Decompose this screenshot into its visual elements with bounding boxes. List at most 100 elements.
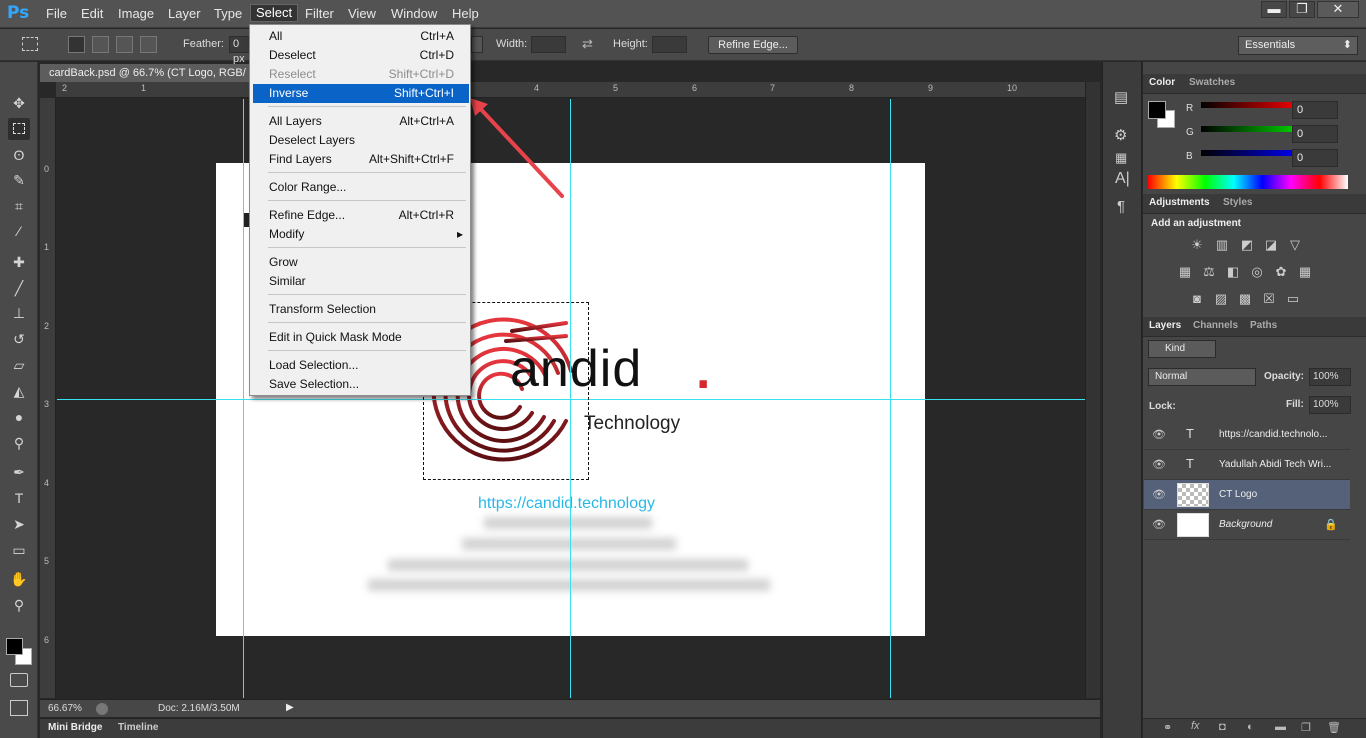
restore-button[interactable]: ❐ xyxy=(1289,1,1315,18)
layer-row[interactable]: 👁 Background 🔒 xyxy=(1144,510,1350,540)
eye-icon[interactable]: 👁 xyxy=(1152,458,1166,471)
quick-mask-icon[interactable] xyxy=(10,673,28,687)
eye-icon[interactable]: 👁 xyxy=(1152,428,1166,441)
menu-edit[interactable]: Edit xyxy=(76,6,108,24)
crop-tool-icon[interactable]: ⌗ xyxy=(8,195,30,217)
vertical-scrollbar[interactable] xyxy=(1085,82,1100,698)
opacity-input[interactable]: 100% xyxy=(1309,368,1351,386)
rectangle-tool-icon[interactable]: ▭ xyxy=(8,539,30,561)
tab-color[interactable]: Color xyxy=(1149,77,1175,88)
menu-image[interactable]: Image xyxy=(113,6,159,24)
color-spectrum-bar[interactable] xyxy=(1148,175,1348,189)
paragraph-panel-icon[interactable]: ¶ xyxy=(1117,198,1125,215)
feather-input[interactable]: 0 px xyxy=(229,36,251,65)
brush-tool-icon[interactable]: ╱ xyxy=(8,277,30,299)
character-panel-icon[interactable]: A| xyxy=(1115,170,1130,188)
close-button[interactable]: ✕ xyxy=(1317,1,1359,18)
screen-mode-icon[interactable] xyxy=(10,700,28,716)
menu-item-grow[interactable]: Grow xyxy=(253,253,469,272)
tab-styles[interactable]: Styles xyxy=(1223,197,1252,208)
menu-item-similar[interactable]: Similar xyxy=(253,272,469,291)
curves-icon[interactable]: ◩ xyxy=(1239,238,1255,252)
photo-filter-icon[interactable]: ◎ xyxy=(1249,265,1265,279)
green-slider[interactable] xyxy=(1201,126,1303,132)
color-foreground-swatch[interactable] xyxy=(1148,101,1166,119)
workspace-dropdown[interactable]: Essentials ⬍ xyxy=(1238,36,1358,55)
blue-slider[interactable] xyxy=(1201,150,1303,156)
red-slider[interactable] xyxy=(1201,102,1303,108)
type-tool-icon[interactable]: T xyxy=(8,487,30,509)
width-input[interactable] xyxy=(531,36,566,53)
gradient-map-icon[interactable]: ▭ xyxy=(1285,292,1301,306)
menu-item-deselect-layers[interactable]: Deselect Layers xyxy=(253,131,469,150)
color-lookup-icon[interactable]: ▦ xyxy=(1297,265,1313,279)
menu-item-deselect[interactable]: Deselect Ctrl+D xyxy=(253,46,469,65)
menu-item-save-selection[interactable]: Save Selection... xyxy=(253,375,469,394)
status-menu-arrow-icon[interactable]: ▶ xyxy=(286,702,294,713)
dodge-tool-icon[interactable]: ⚲ xyxy=(8,432,30,454)
blur-tool-icon[interactable]: ● xyxy=(8,406,30,428)
menu-filter[interactable]: Filter xyxy=(300,6,339,24)
levels-icon[interactable]: ▥ xyxy=(1214,238,1230,252)
menu-layer[interactable]: Layer xyxy=(163,6,206,24)
invert-icon[interactable]: ◙ xyxy=(1189,292,1205,306)
menu-window[interactable]: Window xyxy=(386,6,442,24)
delete-layer-icon[interactable]: 🗑 xyxy=(1327,721,1341,734)
canvas-area[interactable]: andid . Technology https://candid.techno… xyxy=(57,99,1085,698)
new-layer-icon[interactable]: ❐ xyxy=(1301,721,1311,734)
height-input[interactable] xyxy=(652,36,687,53)
tab-layers[interactable]: Layers xyxy=(1149,320,1181,331)
paint-bucket-tool-icon[interactable]: ◭ xyxy=(8,380,30,402)
hue-saturation-icon[interactable]: ▦ xyxy=(1177,265,1193,279)
threshold-icon[interactable]: ▩ xyxy=(1237,292,1253,306)
move-tool-icon[interactable]: ✥ xyxy=(8,92,30,114)
zoom-level[interactable]: 66.67% xyxy=(48,703,82,714)
healing-brush-tool-icon[interactable]: ✚ xyxy=(8,251,30,273)
marquee-tool-icon[interactable] xyxy=(8,118,30,140)
status-info-icon[interactable] xyxy=(96,703,108,715)
pen-tool-icon[interactable]: ✒ xyxy=(8,461,30,483)
foreground-color-swatch[interactable] xyxy=(6,638,23,655)
subtract-selection-icon[interactable] xyxy=(116,36,133,53)
hand-tool-icon[interactable]: ✋ xyxy=(8,568,30,590)
fill-input[interactable]: 100% xyxy=(1309,396,1351,414)
marquee-tool-preset-icon[interactable] xyxy=(22,37,38,51)
lasso-tool-icon[interactable]: ʘ xyxy=(8,144,30,166)
eye-icon[interactable]: 👁 xyxy=(1152,518,1166,531)
style-dropdown[interactable] xyxy=(471,36,483,53)
layer-row[interactable]: 👁 T https://candid.technolo... xyxy=(1144,420,1350,450)
red-value[interactable]: 0 xyxy=(1292,101,1338,119)
tab-adjustments[interactable]: Adjustments xyxy=(1149,197,1210,208)
swap-icon[interactable]: ⇄ xyxy=(582,36,593,52)
intersect-selection-icon[interactable] xyxy=(140,36,157,53)
menu-help[interactable]: Help xyxy=(447,6,484,24)
clone-stamp-tool-icon[interactable]: ⊥ xyxy=(8,302,30,324)
tab-paths[interactable]: Paths xyxy=(1250,320,1277,331)
menu-item-refine-edge[interactable]: Refine Edge... Alt+Ctrl+R xyxy=(253,206,469,225)
menu-item-color-range[interactable]: Color Range... xyxy=(253,178,469,197)
selective-color-icon[interactable]: ☒ xyxy=(1261,292,1277,306)
info-panel-icon[interactable]: ▦ xyxy=(1115,150,1127,166)
quick-selection-tool-icon[interactable]: ✎ xyxy=(8,169,30,191)
fx-icon[interactable]: fx xyxy=(1191,720,1200,732)
adjustment-layer-icon[interactable]: ◐ xyxy=(1247,721,1254,733)
refine-edge-button[interactable]: Refine Edge... xyxy=(708,36,798,54)
eraser-tool-icon[interactable]: ▱ xyxy=(8,354,30,376)
posterize-icon[interactable]: ▨ xyxy=(1213,292,1229,306)
path-selection-tool-icon[interactable]: ➤ xyxy=(8,513,30,535)
menu-select[interactable]: Select xyxy=(250,4,299,22)
color-balance-icon[interactable]: ⚖ xyxy=(1201,265,1217,279)
eye-icon[interactable]: 👁 xyxy=(1152,488,1166,501)
properties-panel-icon[interactable]: ⚙ xyxy=(1114,126,1127,144)
zoom-tool-icon[interactable]: ⚲ xyxy=(8,594,30,616)
black-white-icon[interactable]: ◧ xyxy=(1225,265,1241,279)
menu-item-transform-selection[interactable]: Transform Selection xyxy=(253,300,469,319)
new-selection-icon[interactable] xyxy=(68,36,85,53)
green-value[interactable]: 0 xyxy=(1292,125,1338,143)
exposure-icon[interactable]: ◪ xyxy=(1263,238,1279,252)
menu-item-modify[interactable]: Modify ▸ xyxy=(253,225,469,244)
menu-type[interactable]: Type xyxy=(209,6,247,24)
link-layers-icon[interactable]: ⚭ xyxy=(1163,721,1172,734)
tab-timeline[interactable]: Timeline xyxy=(118,722,158,733)
add-to-selection-icon[interactable] xyxy=(92,36,109,53)
